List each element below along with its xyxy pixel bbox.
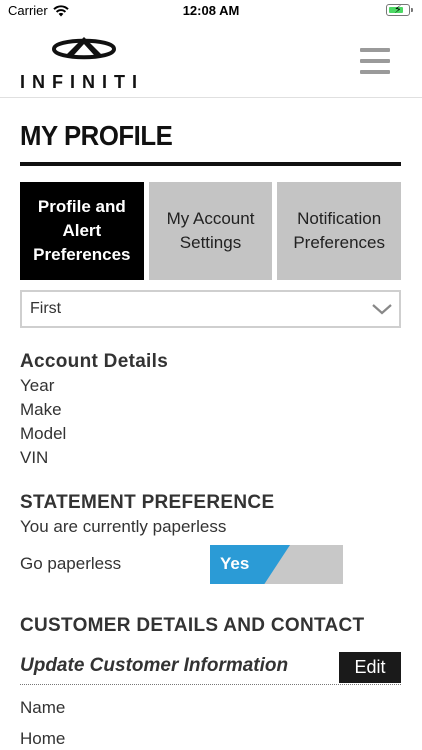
- status-bar: Carrier 12:08 AM ⚡: [0, 0, 422, 22]
- page-title: MY PROFILE: [20, 120, 173, 151]
- toggle-value-label: Yes: [220, 554, 250, 573]
- brand-wordmark: INFINITI: [20, 72, 144, 92]
- status-time: 12:08 AM: [182, 3, 240, 18]
- update-customer-info-heading: Update Customer Information: [20, 655, 289, 676]
- account-field-vin: VIN: [20, 448, 49, 467]
- infiniti-emblem-icon: [52, 37, 116, 60]
- account-details-heading: Account Details: [20, 351, 169, 372]
- customer-field-home: Home: [20, 729, 66, 748]
- app-header: INFINITI: [0, 22, 422, 98]
- tab-my-account-settings[interactable]: My Account Settings: [148, 182, 273, 280]
- profile-tabs: Profile and Alert Preferences My Account…: [20, 182, 402, 280]
- customer-details-heading: CUSTOMER DETAILS AND CONTACT: [20, 615, 365, 636]
- hamburger-menu-icon[interactable]: [360, 48, 390, 74]
- infiniti-logo[interactable]: INFINITI: [20, 32, 150, 92]
- paperless-status-text: You are currently paperless: [20, 517, 227, 536]
- go-paperless-toggle[interactable]: Yes: [210, 545, 343, 584]
- edit-button[interactable]: Edit: [339, 652, 401, 683]
- account-field-year: Year: [20, 376, 55, 395]
- charging-icon: ⚡: [394, 4, 402, 16]
- tab-profile-and-alert-preferences[interactable]: Profile and Alert Preferences: [20, 182, 144, 280]
- customer-field-name: Name: [20, 698, 66, 717]
- status-right: ⚡: [386, 4, 413, 16]
- battery-icon: ⚡: [386, 4, 413, 16]
- account-field-model: Model: [20, 424, 67, 443]
- go-paperless-label: Go paperless: [20, 554, 122, 573]
- tab-notification-preferences[interactable]: Notification Preferences: [277, 182, 402, 280]
- vehicle-select-value: First: [30, 300, 62, 317]
- vehicle-select[interactable]: First: [20, 290, 401, 328]
- account-field-make: Make: [20, 400, 62, 419]
- statement-preference-heading: STATEMENT PREFERENCE: [20, 492, 275, 513]
- section-divider: [20, 684, 401, 685]
- title-divider: [20, 162, 401, 166]
- chevron-down-icon: [372, 304, 392, 315]
